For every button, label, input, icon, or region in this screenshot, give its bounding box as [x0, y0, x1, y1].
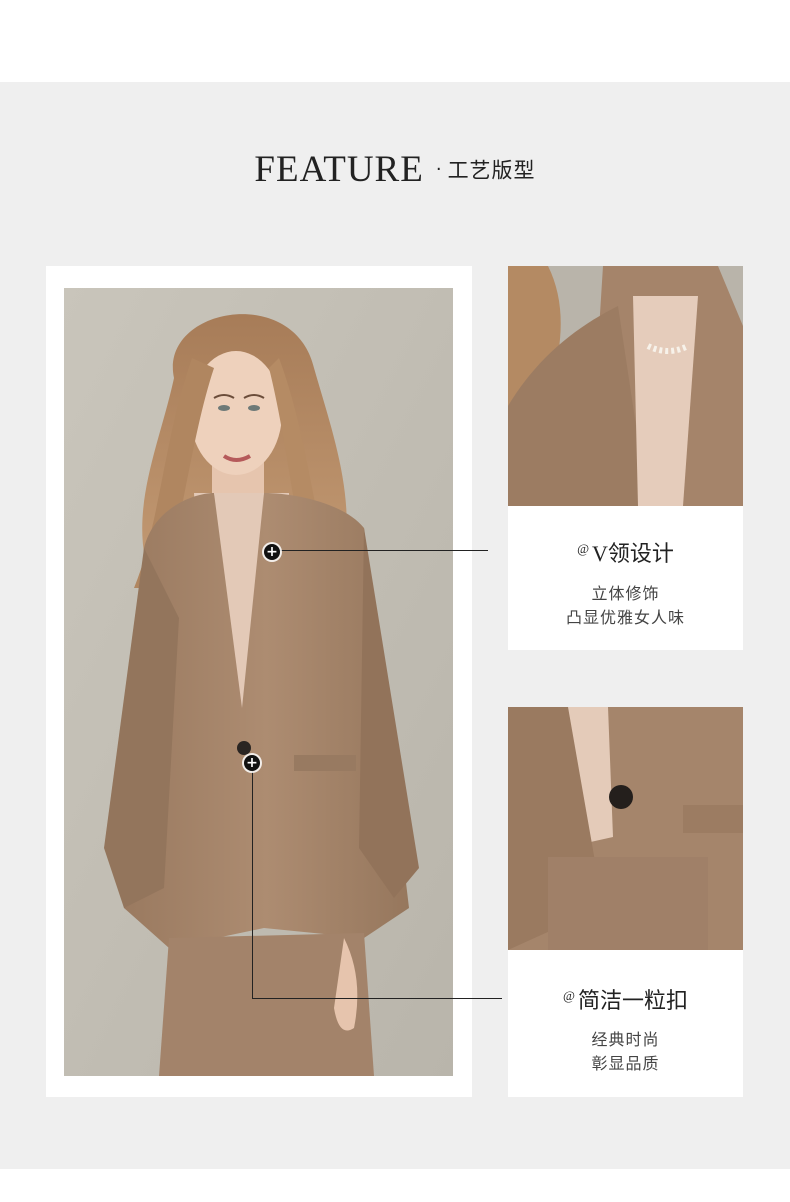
- button-detail-photo: [508, 707, 743, 950]
- plus-icon[interactable]: +: [244, 755, 260, 771]
- heading-title-zh: 工艺版型: [447, 158, 536, 183]
- feature-card-v-neck: @ V领设计 立体修饰 凸显优雅女人味: [508, 506, 743, 650]
- heading-separator: ·: [435, 159, 442, 180]
- feature-title-text: V领设计: [592, 541, 674, 566]
- feature-description-line: 彰显品质: [591, 1054, 660, 1073]
- heading-title-en: FEATURE: [254, 149, 424, 190]
- v-neck-detail-photo: [508, 266, 743, 506]
- feature-title: @ 简洁一粒扣: [508, 983, 743, 1015]
- feature-description-line: 经典时尚: [591, 1030, 660, 1049]
- leader-line-button-vertical: [252, 763, 253, 998]
- feature-card-single-button: @ 简洁一粒扣 经典时尚 彰显品质: [508, 950, 743, 1097]
- feature-description-line: 凸显优雅女人味: [565, 608, 685, 627]
- leader-line-button-horizontal: [252, 998, 502, 999]
- leader-line-v-neck: [272, 550, 488, 551]
- feature-marker: @: [577, 540, 590, 556]
- feature-title-text: 简洁一粒扣: [577, 988, 688, 1013]
- feature-marker: @: [563, 987, 575, 1003]
- plus-icon[interactable]: +: [264, 544, 280, 560]
- section-heading: FEATURE · 工艺版型: [0, 148, 790, 191]
- main-model-photo: [64, 288, 453, 1076]
- feature-title: @ V领设计: [508, 536, 743, 568]
- feature-description-line: 立体修饰: [591, 584, 660, 603]
